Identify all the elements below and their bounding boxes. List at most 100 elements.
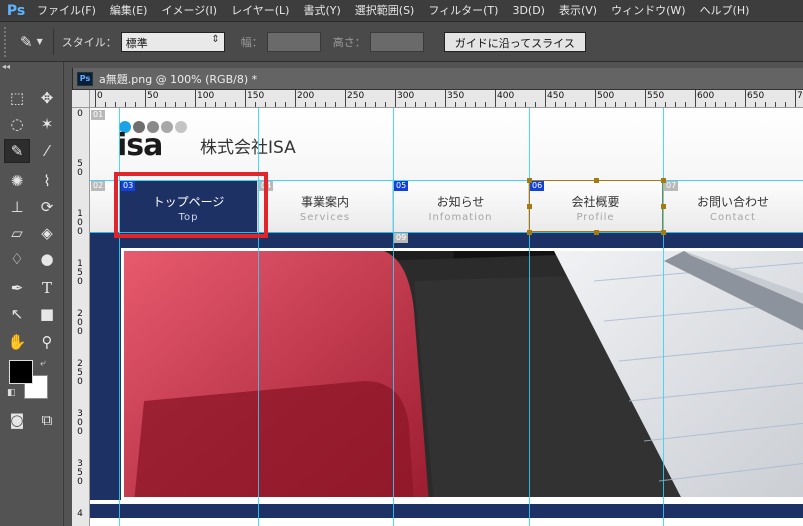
- slice-label[interactable]: 02: [91, 181, 106, 191]
- logo-dot: [175, 121, 187, 133]
- ruler-tick: [465, 102, 466, 107]
- canvas[interactable]: isa 株式会社ISA トップページ Top 事業案内 Services お知ら…: [90, 108, 803, 526]
- magic-wand-tool-icon[interactable]: ✶: [34, 112, 60, 136]
- ruler-tick: [255, 102, 256, 107]
- slice-handle[interactable]: [594, 178, 599, 183]
- guide-vertical[interactable]: [663, 108, 664, 526]
- zoom-tool-icon[interactable]: ⚲: [34, 330, 60, 354]
- spot-healing-tool-icon[interactable]: ✺: [4, 169, 30, 193]
- rectangle-tool-icon[interactable]: ■: [34, 302, 60, 326]
- slice-tool-icon[interactable]: ✎: [4, 139, 30, 163]
- footer-strip: [90, 518, 803, 526]
- slice-label[interactable]: 07: [664, 181, 679, 191]
- ruler-label: 50: [77, 159, 83, 178]
- highlight-box: [114, 172, 268, 238]
- slice-handle[interactable]: [594, 230, 599, 235]
- ruler-tick: [415, 102, 416, 107]
- history-brush-tool-icon[interactable]: ⟳: [34, 195, 60, 219]
- type-tool-icon[interactable]: T: [34, 276, 60, 300]
- menu-layer[interactable]: レイヤー(L): [224, 0, 296, 22]
- slice-handle[interactable]: [661, 178, 666, 183]
- ruler-tick: [365, 102, 366, 107]
- menu-select[interactable]: 選択範囲(S): [348, 0, 422, 22]
- slice-handle[interactable]: [661, 230, 666, 235]
- slice-label-selected[interactable]: 05: [394, 181, 409, 191]
- ruler-tick: [505, 102, 506, 107]
- guide-vertical[interactable]: [119, 108, 120, 526]
- menu-file[interactable]: ファイル(F): [30, 0, 103, 22]
- slice-tool-preset-icon[interactable]: ✎: [20, 33, 33, 51]
- swap-colors-icon[interactable]: ⤶: [40, 358, 46, 369]
- nav-services[interactable]: 事業案内 Services: [258, 181, 393, 233]
- foreground-color-swatch[interactable]: [9, 360, 33, 384]
- ruler-tick: [525, 102, 526, 107]
- lasso-tool-icon[interactable]: ◌: [4, 112, 30, 136]
- menu-window[interactable]: ウィンドウ(W): [604, 0, 692, 22]
- menu-help[interactable]: ヘルプ(H): [693, 0, 757, 22]
- ruler-tick: [475, 102, 476, 107]
- menu-type[interactable]: 書式(Y): [296, 0, 347, 22]
- menu-edit[interactable]: 編集(E): [103, 0, 155, 22]
- menu-filter[interactable]: フィルター(T): [421, 0, 505, 22]
- width-field[interactable]: [266, 31, 321, 52]
- blur-tool-icon[interactable]: ♢: [4, 247, 30, 271]
- collapse-panel-icon[interactable]: ◂◂: [2, 62, 10, 71]
- ruler-tick: [745, 90, 746, 107]
- document-title: a無題.png @ 100% (RGB/8) *: [99, 72, 258, 86]
- ruler-label: 200: [297, 91, 315, 101]
- quick-mask-icon[interactable]: ◙: [4, 408, 30, 432]
- nav-contact[interactable]: お問い合わせ Contact: [663, 181, 803, 233]
- ruler-label: 300: [77, 409, 83, 437]
- pen-tool-icon[interactable]: ✒: [4, 276, 30, 300]
- height-field[interactable]: [369, 31, 424, 52]
- preset-dropdown-arrow-icon[interactable]: ▼: [37, 37, 43, 46]
- ruler-tick: [155, 102, 156, 107]
- ruler-tick: [645, 90, 646, 107]
- eraser-tool-icon[interactable]: ▱: [4, 221, 30, 245]
- ruler-tick: [775, 102, 776, 107]
- ruler-tick: [615, 102, 616, 107]
- brush-tool-icon[interactable]: ⌇: [34, 169, 60, 193]
- style-select[interactable]: 標準: [120, 31, 225, 52]
- slice-handle[interactable]: [527, 204, 532, 209]
- slices-from-guides-button[interactable]: ガイドに沿ってスライス: [443, 31, 586, 52]
- selected-slice-bounds[interactable]: [529, 180, 663, 232]
- clone-stamp-tool-icon[interactable]: ⊥: [4, 195, 30, 219]
- style-label: スタイル：: [61, 35, 117, 49]
- ruler-tick: [635, 102, 636, 107]
- slice-handle[interactable]: [527, 230, 532, 235]
- paint-bucket-tool-icon[interactable]: ◈: [34, 221, 60, 245]
- horizontal-ruler[interactable]: 0 50 100 150 200 250 300 350 400 450 500 550 600 650 7…: [90, 90, 803, 108]
- vertical-ruler[interactable]: 0 50 100 150 200 250 300 350 4: [72, 108, 90, 526]
- path-selection-tool-icon[interactable]: ↖: [4, 302, 30, 326]
- screen-mode-icon[interactable]: ⧉: [34, 408, 60, 432]
- ruler-tick: [125, 102, 126, 107]
- menu-3d[interactable]: 3D(D): [505, 0, 552, 22]
- eyedropper-tool-icon[interactable]: ⁄: [34, 139, 60, 163]
- slice-handle[interactable]: [661, 204, 666, 209]
- ruler-tick: [335, 102, 336, 107]
- menu-view[interactable]: 表示(V): [552, 0, 604, 22]
- slice-label[interactable]: 01: [91, 110, 106, 120]
- ruler-tick: [785, 102, 786, 107]
- ruler-label: 250: [347, 91, 365, 101]
- guide-vertical[interactable]: [258, 108, 259, 526]
- ruler-tick: [215, 102, 216, 107]
- slice-handle[interactable]: [527, 178, 532, 183]
- slice-label[interactable]: 09: [394, 233, 409, 243]
- document-tab[interactable]: Ps a無題.png @ 100% (RGB/8) *: [73, 68, 803, 90]
- marquee-tool-icon[interactable]: ⬚: [4, 86, 30, 110]
- dodge-tool-icon[interactable]: ●: [34, 247, 60, 271]
- menu-image[interactable]: イメージ(I): [154, 0, 224, 22]
- guide-vertical[interactable]: [529, 108, 530, 526]
- ruler-label: 250: [77, 359, 83, 387]
- ruler-origin[interactable]: [72, 90, 90, 108]
- default-colors-icon[interactable]: ◧: [7, 388, 16, 398]
- ruler-tick: [455, 102, 456, 107]
- nav-information[interactable]: お知らせ Infomation: [393, 181, 529, 233]
- tool-preset-handle-icon: [4, 26, 12, 57]
- hand-tool-icon[interactable]: ✋: [4, 330, 30, 354]
- ruler-tick: [305, 102, 306, 107]
- guide-vertical[interactable]: [393, 108, 394, 526]
- move-tool-icon[interactable]: ✥: [34, 86, 60, 110]
